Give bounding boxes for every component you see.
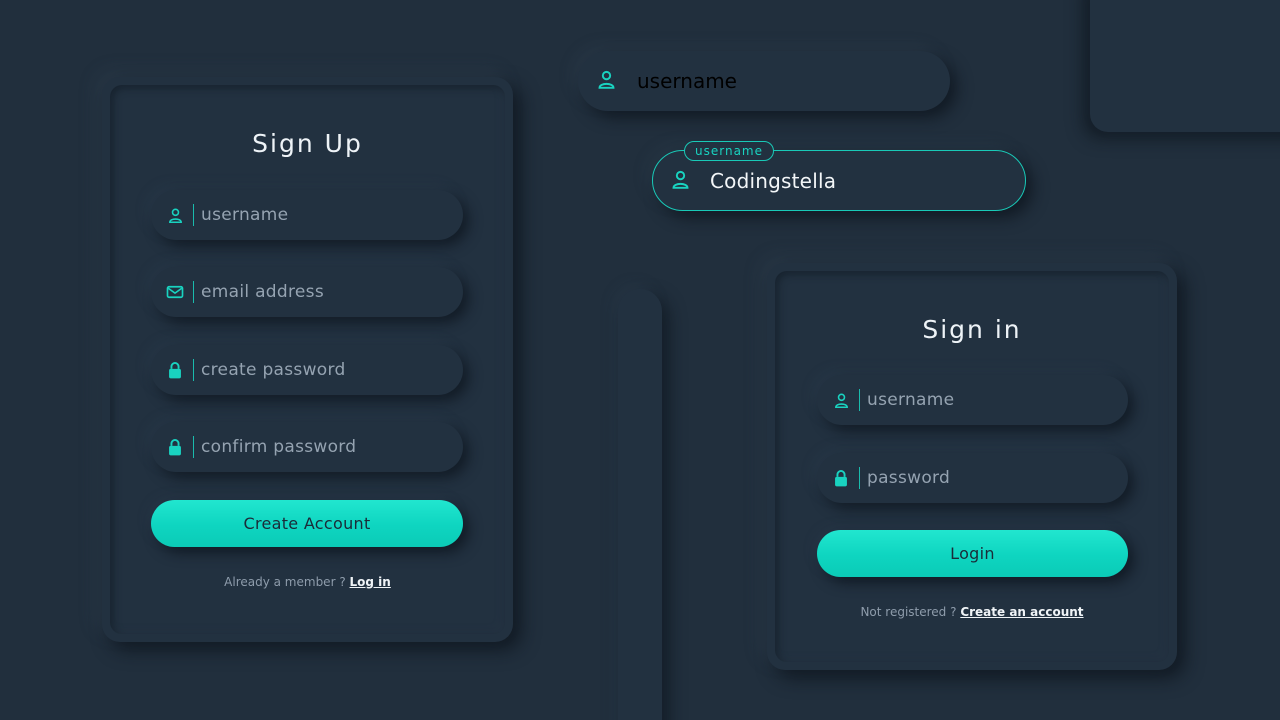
decorative-pillar bbox=[618, 289, 662, 720]
decorative-panel bbox=[1090, 0, 1280, 132]
demo-username-value: Codingstella bbox=[710, 168, 837, 193]
signup-card: Sign Up username email address create pa… bbox=[102, 77, 513, 642]
signup-title: Sign Up bbox=[252, 129, 363, 158]
mail-icon bbox=[165, 282, 185, 302]
signup-password-field[interactable]: create password bbox=[151, 345, 463, 395]
lock-icon bbox=[831, 468, 851, 488]
signup-username-field[interactable]: username bbox=[151, 190, 463, 240]
user-icon bbox=[670, 169, 694, 193]
login-button[interactable]: Login bbox=[817, 530, 1128, 577]
signup-email-placeholder: email address bbox=[201, 282, 324, 302]
signin-username-placeholder: username bbox=[867, 390, 955, 410]
signup-confirm-password-placeholder: confirm password bbox=[201, 437, 357, 457]
user-icon bbox=[831, 390, 851, 410]
signin-title: Sign in bbox=[922, 315, 1022, 344]
canvas: Sign Up username email address create pa… bbox=[0, 0, 1280, 720]
user-icon bbox=[165, 205, 185, 225]
signup-footer-text: Already a member ? bbox=[224, 575, 346, 589]
signin-footer: Not registered ? Create an account bbox=[767, 605, 1177, 619]
signup-username-placeholder: username bbox=[201, 205, 289, 225]
demo-username-field-active[interactable]: username Codingstella bbox=[652, 141, 1026, 211]
user-icon bbox=[596, 69, 620, 93]
login-link[interactable]: Log in bbox=[350, 575, 391, 589]
field-divider bbox=[859, 467, 860, 489]
signup-confirm-password-field[interactable]: confirm password bbox=[151, 422, 463, 472]
field-divider bbox=[193, 281, 194, 303]
field-divider bbox=[193, 359, 194, 381]
demo-username-field[interactable]: username bbox=[578, 51, 950, 111]
signup-password-placeholder: create password bbox=[201, 360, 346, 380]
field-divider bbox=[193, 436, 194, 458]
field-divider bbox=[859, 389, 860, 411]
signin-password-placeholder: password bbox=[867, 468, 951, 488]
signin-password-field[interactable]: password bbox=[817, 453, 1128, 503]
create-account-link[interactable]: Create an account bbox=[960, 605, 1083, 619]
lock-icon bbox=[165, 360, 185, 380]
demo-username-placeholder: username bbox=[637, 69, 737, 93]
floating-label: username bbox=[684, 141, 774, 161]
signin-username-field[interactable]: username bbox=[817, 375, 1128, 425]
signup-footer: Already a member ? Log in bbox=[102, 575, 513, 589]
signup-email-field[interactable]: email address bbox=[151, 267, 463, 317]
lock-icon bbox=[165, 437, 185, 457]
field-divider bbox=[193, 204, 194, 226]
signin-card: Sign in username password Login Not regi… bbox=[767, 263, 1177, 670]
signin-footer-text: Not registered ? bbox=[860, 605, 957, 619]
create-account-button[interactable]: Create Account bbox=[151, 500, 463, 547]
